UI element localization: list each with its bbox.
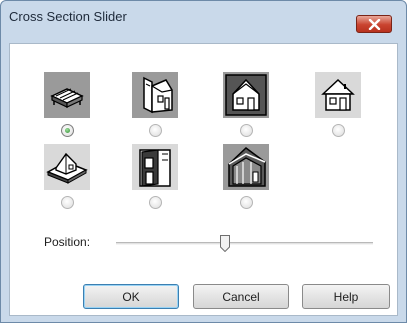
radio-option-7[interactable] <box>240 196 253 209</box>
radio-option-2[interactable] <box>149 124 162 137</box>
house-front-section-icon <box>223 72 269 118</box>
radio-option-4[interactable] <box>332 124 345 137</box>
radio-option-5[interactable] <box>61 196 74 209</box>
title-bar[interactable]: Cross Section Slider <box>1 1 406 33</box>
cancel-button[interactable]: Cancel <box>193 284 289 309</box>
radio-option-3[interactable] <box>240 124 253 137</box>
house-wall-section-icon <box>132 144 178 190</box>
floor-slab-icon <box>44 72 90 118</box>
house-outline-icon <box>315 72 361 118</box>
close-button[interactable] <box>356 15 392 33</box>
position-slider-track[interactable] <box>116 242 373 245</box>
window-title: Cross Section Slider <box>9 9 127 24</box>
house-interior-section-icon <box>223 144 269 190</box>
position-slider-thumb[interactable] <box>220 235 230 253</box>
dialog-window: Cross Section Slider Position: OK Cancel… <box>0 0 407 323</box>
help-button[interactable]: Help <box>302 284 390 309</box>
house-floor-plan-icon <box>44 144 90 190</box>
house-side-section-icon <box>132 72 178 118</box>
dialog-body: Position: OK Cancel Help <box>9 43 398 316</box>
radio-option-6[interactable] <box>149 196 162 209</box>
ok-button[interactable]: OK <box>83 284 179 309</box>
close-icon <box>368 19 381 30</box>
position-label: Position: <box>44 235 91 249</box>
radio-option-1[interactable] <box>61 124 74 137</box>
